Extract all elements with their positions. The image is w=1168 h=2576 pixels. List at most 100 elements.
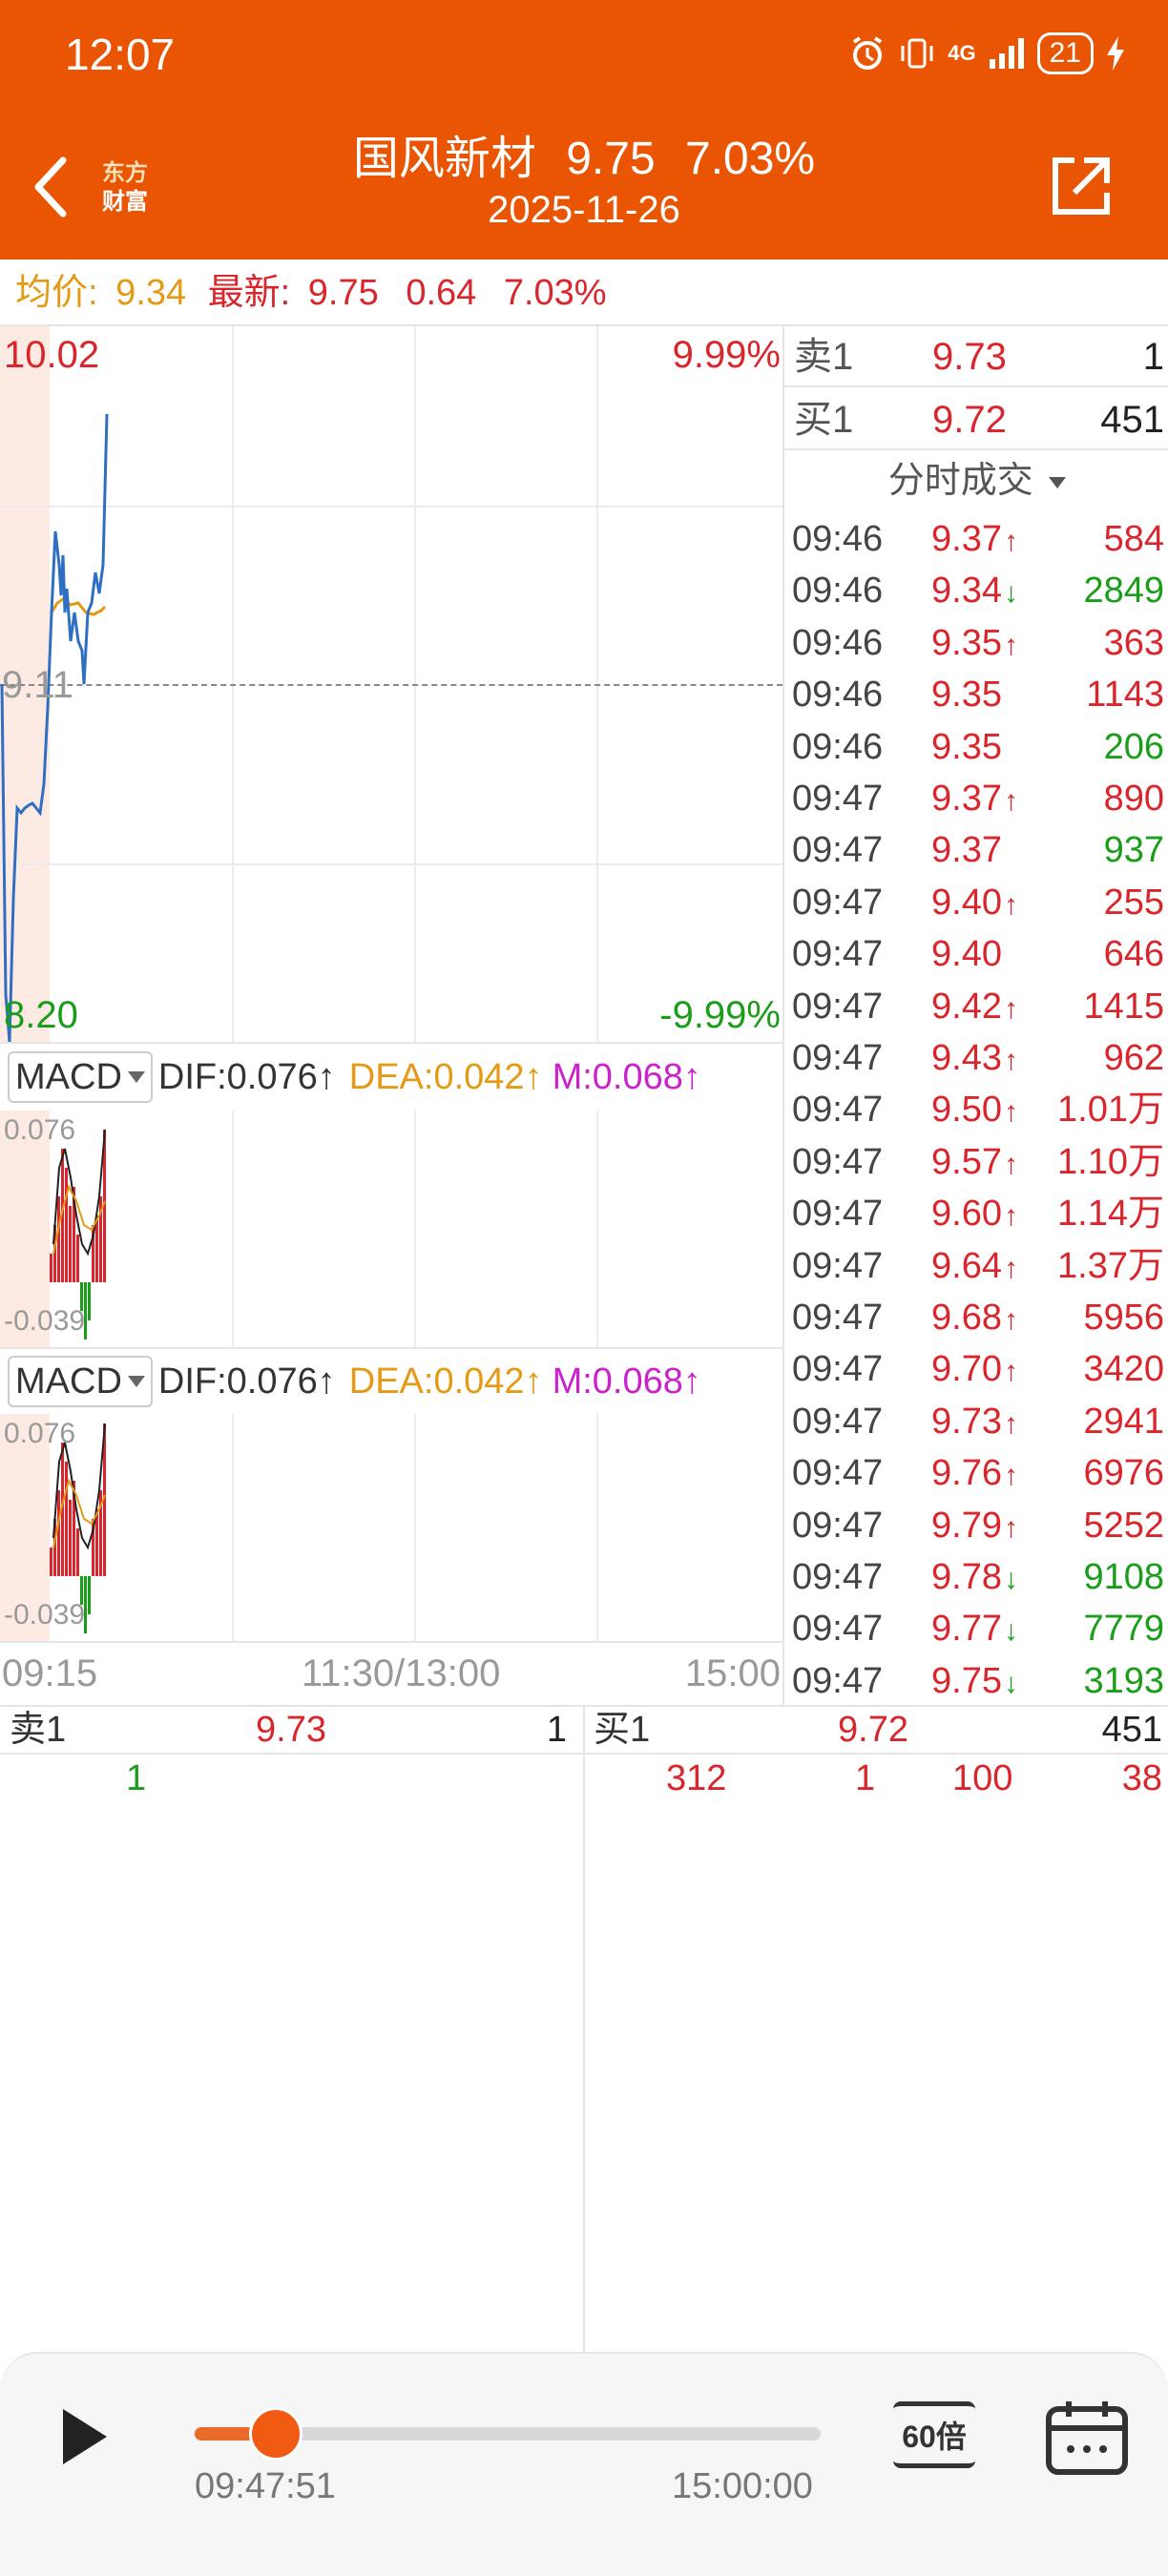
trade-time: 09:47 bbox=[792, 1298, 884, 1338]
trade-row: 09:47 9.60↑ 1.14万 bbox=[784, 1188, 1168, 1239]
trade-price-cell: 9.57↑ bbox=[931, 1136, 1018, 1191]
indicator-select-2[interactable]: MACD bbox=[8, 1356, 153, 1407]
intraday-chart-area[interactable]: 10.02 9.99% 9.11 8.20 -9.99% MACD DIF:0.… bbox=[0, 326, 782, 1705]
trade-row: 09:47 9.77↓ 7779 bbox=[784, 1603, 1168, 1654]
book-sell-price: 9.73 bbox=[256, 1710, 326, 1750]
change-pct: 7.03% bbox=[503, 273, 607, 313]
trade-volume: 206 bbox=[1103, 726, 1164, 767]
price-line-chart bbox=[0, 413, 109, 1042]
stock-name: 国风新材 bbox=[352, 134, 536, 184]
trade-price: 9.37 bbox=[931, 779, 1002, 819]
trade-price: 9.60 bbox=[931, 1194, 1002, 1235]
trade-row: 09:47 9.70↑ 3420 bbox=[784, 1343, 1168, 1395]
trade-price-cell: 9.37↑ bbox=[931, 513, 1018, 568]
trade-price: 9.40 bbox=[931, 882, 1002, 923]
trade-time: 09:47 bbox=[792, 1660, 884, 1701]
trade-price-cell: 9.76↑ bbox=[931, 1447, 1018, 1502]
trade-time: 09:47 bbox=[792, 1090, 884, 1131]
trade-volume: 584 bbox=[1103, 519, 1164, 559]
trade-row: 09:46 9.34↓ 2849 bbox=[784, 565, 1168, 616]
signal-icon bbox=[989, 38, 1024, 69]
charging-icon bbox=[1107, 36, 1124, 71]
trades-list[interactable]: 09:46 9.37↑ 584 09:46 9.34↓ 2849 09:46 9.35↑ 363… bbox=[784, 513, 1168, 1705]
indicator-select-1[interactable]: MACD bbox=[8, 1051, 153, 1103]
dropdown-caret-icon bbox=[127, 1376, 145, 1387]
macd-top-value-1: 0.076 bbox=[4, 1114, 76, 1146]
trade-price-cell: 9.43↑ bbox=[931, 1032, 1018, 1087]
play-icon bbox=[63, 2409, 107, 2464]
trade-row: 09:47 9.40 646 bbox=[784, 928, 1168, 980]
arrow-up-icon: ↑ bbox=[1003, 1045, 1018, 1076]
buy1-price: 9.72 bbox=[932, 399, 1007, 441]
book-center-divider bbox=[583, 1705, 585, 2354]
trade-row: 09:47 9.79↑ 5252 bbox=[784, 1500, 1168, 1551]
speed-button[interactable]: 60倍 bbox=[893, 2401, 975, 2468]
status-time: 12:07 bbox=[65, 30, 176, 79]
trade-price: 9.37 bbox=[931, 830, 1002, 871]
trade-price: 9.35 bbox=[931, 622, 1002, 663]
trade-price: 9.35 bbox=[931, 675, 1002, 716]
avg-value: 9.34 bbox=[115, 273, 187, 313]
trade-volume: 255 bbox=[1103, 882, 1164, 923]
trade-price-cell: 9.34↓ bbox=[931, 565, 1018, 619]
trade-time: 09:47 bbox=[792, 1194, 884, 1235]
arrow-down-icon: ↓ bbox=[1003, 1564, 1018, 1595]
trade-price: 9.64 bbox=[931, 1245, 1002, 1286]
macd-panel-2: 0.076 -0.039 bbox=[0, 1414, 782, 1641]
alarm-icon bbox=[853, 36, 883, 70]
arrow-up-icon: ↑ bbox=[1003, 1407, 1018, 1440]
mid-price-label: 9.11 bbox=[2, 664, 73, 706]
trade-volume: 1.14万 bbox=[1057, 1194, 1164, 1235]
trades-dropdown[interactable]: 分时成交 bbox=[784, 450, 1168, 511]
trade-price: 9.70 bbox=[931, 1349, 1002, 1390]
trade-price: 9.68 bbox=[931, 1298, 1002, 1338]
trade-price: 9.57 bbox=[931, 1141, 1002, 1182]
trade-volume: 1.01万 bbox=[1057, 1090, 1164, 1131]
order-book: 卖1 9.73 1 买1 9.72 451 1 312 1 100 38 bbox=[0, 1705, 1168, 2354]
trade-row: 09:47 9.64↑ 1.37万 bbox=[784, 1240, 1168, 1292]
trade-price: 9.75 bbox=[931, 1660, 1002, 1701]
sell1-volume: 1 bbox=[1142, 336, 1164, 378]
time-end: 15:00 bbox=[684, 1652, 781, 1694]
app-header: 12:07 4G 21 东方 财富 国风新材 9.75 7.03% 2025-1… bbox=[0, 0, 1168, 260]
sell-queue-item: 1 bbox=[126, 1758, 147, 1798]
sell1-price: 9.73 bbox=[932, 336, 1007, 378]
calendar-button[interactable] bbox=[1044, 2398, 1130, 2476]
price-line bbox=[0, 413, 109, 1042]
macd-histogram-2 bbox=[50, 1423, 106, 1633]
trade-time: 09:47 bbox=[792, 1505, 884, 1546]
arrow-up-icon: ↑ bbox=[1003, 992, 1018, 1025]
arrow-up-icon: ↑ bbox=[1003, 629, 1018, 661]
trade-time: 09:47 bbox=[792, 1453, 884, 1494]
trade-volume: 646 bbox=[1103, 934, 1164, 975]
trade-row: 09:47 9.40↑ 255 bbox=[784, 877, 1168, 928]
buy-queue-item: 38 bbox=[1121, 1758, 1162, 1798]
trade-row: 09:47 9.37 937 bbox=[784, 824, 1168, 876]
book-sell-label: 卖1 bbox=[10, 1710, 67, 1750]
trade-price-cell: 9.75↓ bbox=[931, 1655, 1018, 1705]
trade-price: 9.40 bbox=[931, 934, 1002, 975]
trade-price-cell: 9.40 bbox=[931, 928, 1002, 980]
play-button[interactable] bbox=[55, 2403, 113, 2470]
trade-price-cell: 9.77↓ bbox=[931, 1603, 1018, 1657]
progress-knob[interactable] bbox=[249, 2407, 303, 2461]
trade-time: 09:46 bbox=[792, 571, 884, 612]
up-arrow-icon: ↑ bbox=[317, 1361, 336, 1402]
arrow-up-icon: ↑ bbox=[1003, 888, 1018, 921]
vibrate-icon bbox=[901, 38, 933, 69]
trade-time: 09:47 bbox=[792, 986, 884, 1027]
arrow-up-icon: ↑ bbox=[1003, 1148, 1018, 1180]
time-axis: 09:15 11:30/13:00 15:00 bbox=[0, 1641, 782, 1705]
trade-volume: 3420 bbox=[1083, 1349, 1164, 1390]
trade-price: 9.76 bbox=[931, 1453, 1002, 1494]
trade-volume: 9108 bbox=[1083, 1557, 1164, 1597]
book-buy-volume: 451 bbox=[1101, 1710, 1162, 1750]
progress-track[interactable] bbox=[195, 2407, 821, 2461]
trade-row: 09:47 9.42↑ 1415 bbox=[784, 981, 1168, 1032]
buy1-volume: 451 bbox=[1100, 399, 1164, 441]
macd-top-value-2: 0.076 bbox=[4, 1418, 76, 1449]
trade-time: 09:47 bbox=[792, 1141, 884, 1182]
network-label: 4G bbox=[948, 41, 976, 65]
time-start: 09:15 bbox=[2, 1652, 98, 1694]
share-button[interactable] bbox=[1046, 153, 1115, 221]
